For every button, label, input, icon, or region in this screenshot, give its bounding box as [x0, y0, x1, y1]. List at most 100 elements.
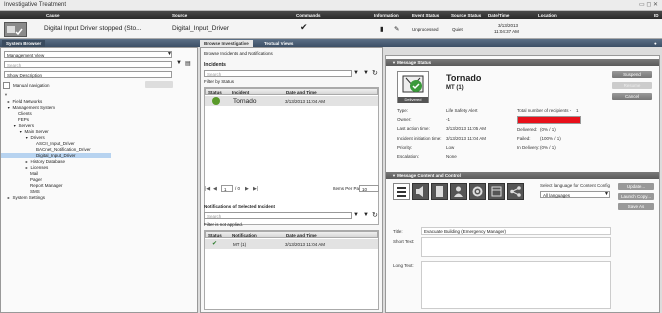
- event-row[interactable]: Digital Input Driver stopped (Sto... Dig…: [0, 19, 662, 39]
- tree-toggle-icon[interactable]: ▼: [13, 124, 16, 128]
- tree-node-label: Pager: [30, 177, 43, 182]
- chevron-down-icon[interactable]: ▼: [604, 191, 609, 197]
- tree-node[interactable]: ▼ Management System: [7, 105, 55, 110]
- tree-node[interactable]: FEPs: [13, 117, 29, 122]
- filter-icon[interactable]: ▼: [176, 60, 182, 66]
- tab-textual-views[interactable]: Textual Views: [260, 40, 297, 47]
- col-source[interactable]: Source: [172, 13, 187, 18]
- tree-node[interactable]: Report Manager: [25, 183, 63, 188]
- tree-node[interactable]: Clients: [13, 111, 32, 116]
- tree-node[interactable]: BACnet_Notification_Driver: [31, 147, 91, 152]
- pager-total: / 0: [235, 186, 241, 191]
- long-text-field[interactable]: [421, 261, 611, 309]
- message-status-header[interactable]: ▼ Message Status: [386, 59, 659, 66]
- cancel-button[interactable]: Cancel: [612, 93, 652, 100]
- tree-node[interactable]: ► Field Networks: [7, 99, 42, 104]
- description-select[interactable]: Show Description: [4, 71, 172, 78]
- pager-next-icon[interactable]: ▶: [245, 186, 249, 192]
- gear-icon[interactable]: [469, 183, 486, 200]
- col-status[interactable]: Status: [208, 90, 222, 95]
- incident-search-input[interactable]: Search: [204, 70, 352, 77]
- tree-toggle-icon[interactable]: ▼: [7, 106, 10, 110]
- col-information[interactable]: Information: [374, 13, 399, 18]
- table-row[interactable]: Tornado 3/13/2013 11:04 AM: [205, 96, 378, 106]
- tree-toggle-icon[interactable]: ▼: [19, 130, 22, 134]
- calendar-icon[interactable]: [488, 183, 505, 200]
- users-icon[interactable]: [450, 183, 467, 200]
- col-cause[interactable]: Cause: [46, 13, 60, 18]
- tree-node[interactable]: ▼ Main Server: [19, 129, 49, 134]
- col-source-status[interactable]: Source Status: [451, 13, 481, 18]
- table-row[interactable]: ✔ MT (1) 3/13/2013 11:04 AM: [205, 239, 378, 249]
- tab-browse-investigative[interactable]: Browse Investigative: [200, 40, 253, 47]
- resume-button[interactable]: Resume: [612, 82, 652, 89]
- tree-node[interactable]: Digital_Input_Driver: [1, 153, 111, 158]
- tree-node[interactable]: SMS: [25, 189, 40, 194]
- save-as-button[interactable]: Save As: [618, 203, 654, 210]
- tree-node[interactable]: ► Licenses: [25, 165, 48, 170]
- short-text-field[interactable]: [421, 237, 611, 257]
- tree-node[interactable]: Mail: [25, 171, 38, 176]
- language-select[interactable]: All languages: [540, 191, 610, 198]
- col-notif-datetime[interactable]: Date and Time: [286, 233, 317, 238]
- manual-navigation-label: Manual navigation: [13, 83, 50, 88]
- notif-search-dropdown-icon[interactable]: ▼: [353, 212, 359, 218]
- col-incident[interactable]: Incident: [232, 90, 249, 95]
- launch-copy-button[interactable]: Launch Copy...: [618, 193, 654, 200]
- tree-node[interactable]: ▼ Servers: [13, 123, 34, 128]
- items-per-page-select[interactable]: 10: [359, 185, 379, 192]
- refresh-icon[interactable]: ↻: [372, 69, 378, 77]
- tree-toggle-icon[interactable]: ►: [25, 160, 28, 164]
- pencil-icon[interactable]: ✎: [394, 25, 399, 33]
- col-commands[interactable]: Commands: [296, 13, 321, 18]
- checkmark-icon[interactable]: ✔: [300, 22, 308, 33]
- col-datetime[interactable]: Date/Time: [488, 13, 509, 18]
- share-icon[interactable]: [507, 183, 524, 200]
- message-sub: MT (1): [446, 85, 464, 91]
- tree-node[interactable]: ASCII_Input_Driver: [31, 141, 75, 146]
- tree-toggle-icon[interactable]: ►: [7, 100, 10, 104]
- pager-last-icon[interactable]: ▶|: [253, 186, 258, 192]
- tab-system-browser[interactable]: System Browser: [2, 40, 46, 47]
- chevron-down-icon[interactable]: ▼: [167, 51, 172, 57]
- document-icon[interactable]: [431, 183, 448, 200]
- notif-refresh-icon[interactable]: ↻: [372, 211, 378, 219]
- tree-toggle-icon[interactable]: ►: [25, 166, 28, 170]
- list-icon[interactable]: [393, 183, 410, 200]
- document-icon[interactable]: ▮: [380, 25, 384, 33]
- tree-node[interactable]: ▼ Drivers: [25, 135, 45, 140]
- search-dropdown-icon[interactable]: ▼: [353, 70, 359, 76]
- window-controls[interactable]: ▭ ◻ ✕: [639, 1, 658, 8]
- title-field[interactable]: Evacuate Building (Emergency Manager): [421, 227, 611, 235]
- tree-toggle-icon[interactable]: ▼: [25, 136, 28, 140]
- search-input[interactable]: Search: [4, 61, 172, 68]
- pager-page-input[interactable]: 1: [221, 185, 233, 192]
- message-content-header[interactable]: ▼ Message Content and Control: [386, 172, 659, 179]
- stat-label: Delivered:: [517, 127, 538, 132]
- col-event-status[interactable]: Event Status: [412, 13, 439, 18]
- filter-icon[interactable]: ▼: [363, 70, 369, 76]
- update-button[interactable]: Update...: [618, 183, 654, 190]
- tree-root-toggle[interactable]: ▼: [4, 92, 8, 97]
- go-button[interactable]: [145, 81, 173, 88]
- suspend-button[interactable]: Suspend: [612, 71, 652, 78]
- col-notification[interactable]: Notification: [232, 233, 257, 238]
- col-id[interactable]: ID: [654, 13, 659, 18]
- col-date-time[interactable]: Date and Time: [286, 90, 317, 95]
- view-select[interactable]: Management View: [4, 51, 172, 58]
- col-location[interactable]: Location: [538, 13, 557, 18]
- pager-first-icon[interactable]: |◀: [205, 186, 210, 192]
- pager-prev-icon[interactable]: ◀: [213, 186, 217, 192]
- notif-filter-icon[interactable]: ▼: [363, 212, 369, 218]
- event-time: 11:04:37 AM: [494, 29, 519, 34]
- tree-node[interactable]: ► System Settings: [7, 195, 45, 200]
- tree-node[interactable]: Pager: [25, 177, 42, 182]
- col-notif-status[interactable]: Status: [208, 233, 222, 238]
- tree-toggle-icon[interactable]: ►: [7, 196, 10, 200]
- manual-navigation-checkbox[interactable]: [3, 82, 10, 89]
- notification-search-input[interactable]: Search: [204, 212, 352, 219]
- save-icon[interactable]: ▤: [185, 60, 191, 67]
- tree-node[interactable]: ► History Database: [25, 159, 65, 164]
- pin-icon[interactable]: ●: [650, 40, 661, 47]
- speaker-icon[interactable]: [412, 183, 429, 200]
